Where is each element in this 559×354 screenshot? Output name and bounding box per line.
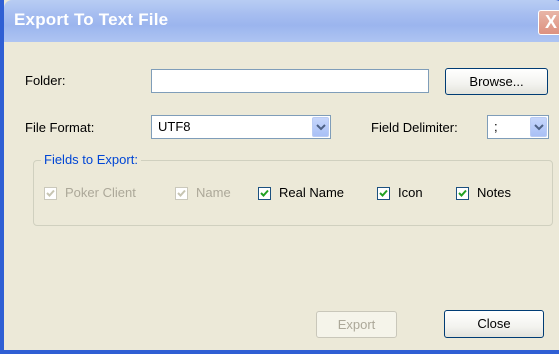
poker-client-label: Poker Client	[65, 185, 136, 200]
window-close-button[interactable]: X	[538, 10, 559, 35]
folder-input[interactable]	[151, 69, 429, 93]
chevron-down-icon[interactable]	[312, 117, 329, 137]
real-name-label: Real Name	[279, 185, 345, 200]
fields-to-export-legend: Fields to Export:	[41, 152, 141, 167]
notes-checkbox[interactable]	[456, 187, 469, 200]
field-delimiter-value: ;	[494, 119, 498, 134]
export-dialog: Export To Text File X Folder: Browse... …	[0, 0, 559, 354]
name-label: Name	[196, 185, 231, 200]
browse-button[interactable]: Browse...	[445, 68, 548, 95]
file-format-value: UTF8	[158, 119, 191, 134]
file-format-select[interactable]: UTF8	[151, 115, 331, 139]
icon-label: Icon	[398, 185, 423, 200]
dialog-body: Folder: Browse... File Format: UTF8 Fiel…	[8, 42, 559, 350]
real-name-checkbox[interactable]	[258, 187, 271, 200]
title-bar[interactable]: Export To Text File	[4, 0, 559, 42]
folder-label: Folder:	[25, 73, 66, 88]
dialog-title: Export To Text File	[14, 10, 169, 29]
field-delimiter-label: Field Delimiter:	[371, 120, 458, 135]
check-icon	[260, 189, 269, 197]
icon-checkbox[interactable]	[377, 187, 390, 200]
check-icon	[379, 189, 388, 197]
check-icon	[46, 189, 55, 197]
name-checkbox[interactable]	[175, 187, 188, 200]
close-icon: X	[544, 12, 557, 32]
export-button[interactable]: Export	[316, 311, 397, 338]
check-icon	[458, 189, 467, 197]
close-button[interactable]: Close	[444, 310, 544, 338]
field-delimiter-select[interactable]: ;	[487, 115, 549, 139]
chevron-down-icon[interactable]	[530, 117, 547, 137]
poker-client-checkbox[interactable]	[44, 187, 57, 200]
file-format-label: File Format:	[25, 120, 95, 135]
notes-label: Notes	[477, 185, 511, 200]
check-icon	[177, 189, 186, 197]
